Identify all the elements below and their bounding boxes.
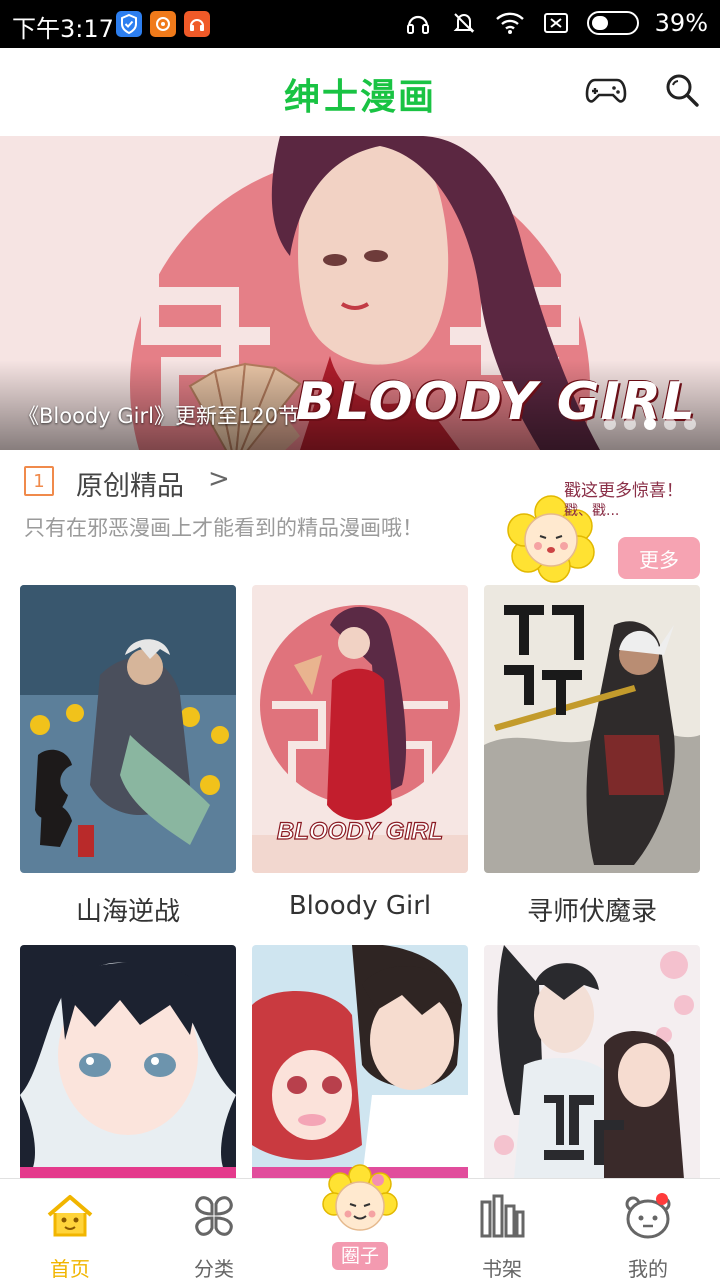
nav-home[interactable]: 首页	[20, 1191, 120, 1280]
mascot-icon	[322, 1164, 398, 1231]
game-center-button[interactable]	[584, 72, 628, 112]
comic-cover[interactable]	[484, 585, 700, 873]
shield-app-icon	[116, 11, 142, 37]
carousel-dot[interactable]	[684, 418, 696, 430]
bookshelf-icon	[452, 1191, 552, 1241]
home-icon	[20, 1191, 120, 1241]
comic-card[interactable]	[484, 945, 700, 1179]
wifi-icon	[495, 9, 525, 37]
battery-percent: 39%	[654, 9, 708, 37]
comic-cover[interactable]: BLOODY GIRL	[252, 585, 468, 873]
battery-icon	[586, 11, 639, 35]
banner-carousel[interactable]: BLOODY GIRL 《Bloody Girl》更新至120节	[0, 136, 720, 450]
nav-community[interactable]: 圈子	[318, 1162, 402, 1274]
comic-card[interactable]: 山海逆战	[20, 585, 236, 928]
nav-label: 首页	[50, 1257, 90, 1280]
comic-card[interactable]	[20, 945, 236, 1179]
carousel-dot[interactable]	[664, 418, 676, 430]
comic-cover[interactable]	[20, 585, 236, 873]
clover-icon	[164, 1191, 264, 1241]
mascot-sub-text: 戳、戳...	[564, 503, 620, 519]
status-bar: 下午3:17 39%	[0, 0, 720, 48]
comic-card[interactable]: 寻师伏魔录	[484, 585, 700, 928]
comic-title[interactable]: 山海逆战	[20, 891, 236, 928]
carousel-dot[interactable]	[624, 418, 636, 430]
system-status: 39%	[403, 9, 708, 37]
comic-cover[interactable]	[20, 945, 236, 1179]
calendar-icon: 1	[24, 466, 54, 496]
carousel-dot-active[interactable]	[644, 418, 656, 430]
nav-profile[interactable]: 我的	[598, 1191, 698, 1280]
comic-cover[interactable]	[252, 945, 468, 1179]
nav-label: 我的	[628, 1257, 668, 1280]
notification-dot	[656, 1193, 668, 1205]
status-time: 下午3:17	[12, 15, 114, 43]
search-button[interactable]	[660, 72, 704, 112]
search-icon	[664, 72, 700, 112]
svg-text:BLOODY GIRL: BLOODY GIRL	[277, 818, 443, 845]
nav-label: 书架	[482, 1257, 522, 1280]
banner-caption: 《Bloody Girl》更新至120节	[18, 404, 300, 428]
comic-card[interactable]	[252, 945, 468, 1179]
comic-card[interactable]: BLOODY GIRL Bloody Girl	[252, 585, 468, 921]
carousel-indicator	[604, 418, 696, 430]
mascot-bubble-text: 戳这更多惊喜！	[564, 481, 683, 501]
nav-label: 圈子	[332, 1242, 388, 1270]
comic-title[interactable]: 寻师伏魔录	[484, 891, 700, 928]
gamepad-icon	[585, 74, 627, 110]
headset-icon	[403, 9, 433, 37]
nav-category[interactable]: 分类	[164, 1191, 264, 1280]
section-description: 只有在邪恶漫画上才能看到的精品漫画哦！	[24, 516, 423, 540]
nav-label: 分类	[194, 1257, 234, 1280]
chevron-right-icon[interactable]: >	[208, 464, 230, 494]
comic-cover[interactable]	[484, 945, 700, 1179]
nav-bookshelf[interactable]: 书架	[452, 1191, 552, 1280]
no-sim-icon	[541, 9, 571, 37]
browser-app-icon	[150, 11, 176, 37]
comic-title[interactable]: Bloody Girl	[252, 891, 468, 921]
mute-bell-icon	[449, 9, 479, 37]
music-app-icon	[184, 11, 210, 37]
carousel-dot[interactable]	[604, 418, 616, 430]
app-header: 绅士漫画	[0, 48, 720, 136]
bear-face-icon	[598, 1191, 698, 1241]
notification-icons	[116, 11, 210, 37]
section-title[interactable]: 原创精品	[76, 464, 184, 503]
more-button[interactable]: 更多	[618, 537, 700, 579]
